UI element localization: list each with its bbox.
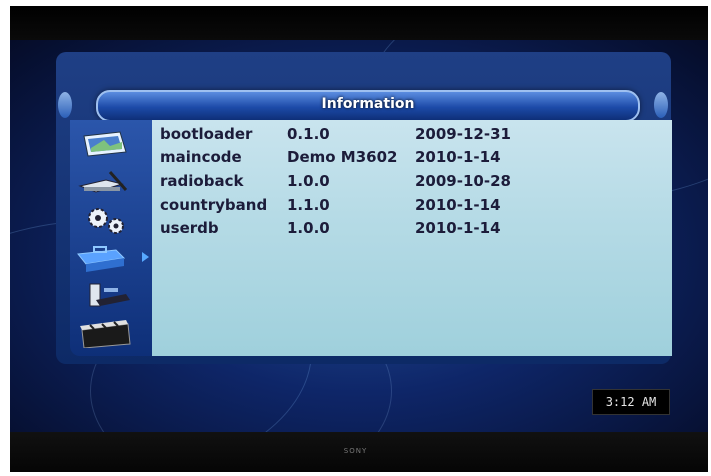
row-name: maincode [160, 148, 242, 166]
clapperboard-icon [80, 320, 131, 348]
row-date: 2009-12-31 [415, 125, 511, 143]
sidebar-item-tools[interactable] [76, 244, 138, 272]
row-name: radioback [160, 172, 244, 190]
row-name: countryband [160, 196, 268, 214]
row-name: bootloader [160, 125, 253, 143]
picture-icon [83, 131, 127, 157]
clock-display: 3:12 AM [592, 389, 670, 415]
row-date: 2010-1-14 [415, 219, 501, 237]
title-cap-right [654, 92, 668, 118]
sidebar-item-media[interactable] [76, 282, 138, 310]
row-version: 1.1.0 [287, 196, 330, 214]
row-version: 1.0.0 [287, 172, 330, 190]
row-date: 2010-1-14 [415, 196, 501, 214]
sidebar-item-installation[interactable] [76, 168, 138, 196]
page-title: Information [321, 96, 415, 112]
title-cap-left [58, 92, 72, 118]
row-version: 0.1.0 [287, 125, 330, 143]
row-date: 2009-10-28 [415, 172, 511, 190]
row-version: Demo M3602 [287, 148, 398, 166]
selection-arrow-icon [142, 252, 149, 262]
install-tools-icon [78, 171, 128, 193]
row-version: 1.0.0 [287, 219, 330, 237]
usb-media-icon [89, 283, 130, 307]
tv-bezel-top [10, 6, 708, 40]
sidebar-item-picture[interactable] [76, 130, 138, 158]
row-date: 2010-1-14 [415, 148, 501, 166]
gears-icon [88, 208, 124, 234]
row-name: userdb [160, 219, 219, 237]
tv-brand-logo: SONY [343, 447, 368, 455]
toolbox-icon [77, 246, 126, 272]
sidebar-item-settings[interactable] [76, 206, 138, 234]
title-bar: Information [96, 90, 640, 122]
sidebar-item-movies[interactable] [76, 320, 138, 348]
